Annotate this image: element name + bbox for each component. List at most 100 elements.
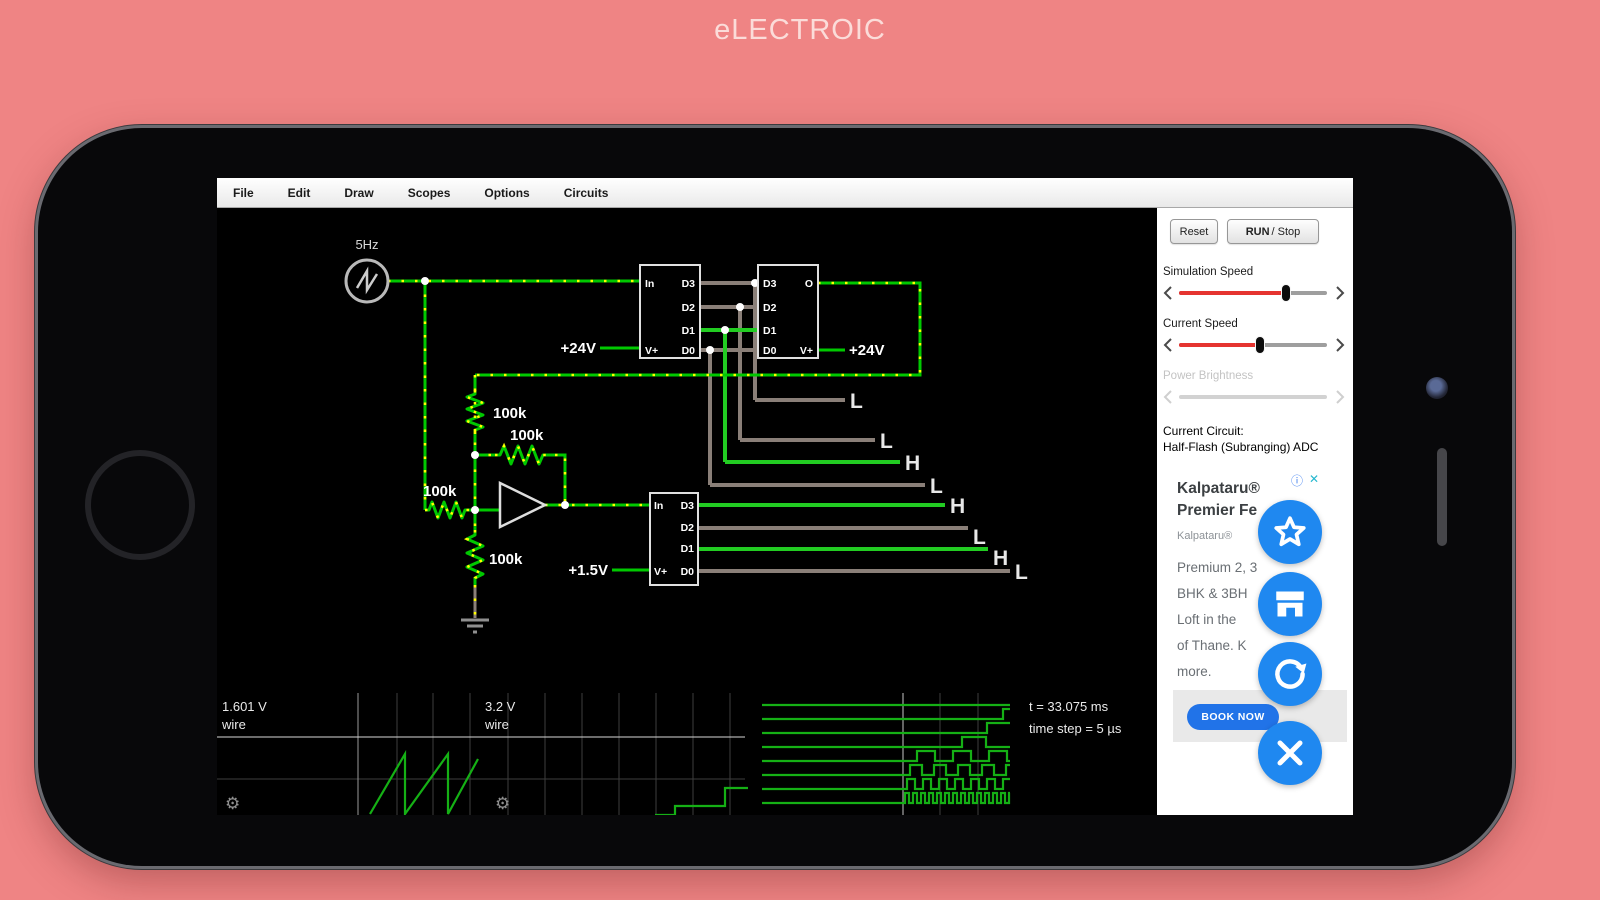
power-brightness-slider [1157, 388, 1353, 406]
pin-label: In [645, 278, 654, 290]
slider-fill [1179, 291, 1286, 295]
run-stop-button[interactable]: RUN / Stop [1227, 219, 1319, 244]
slider-increase-arrow-icon [1334, 389, 1346, 405]
star-fab-button[interactable] [1258, 500, 1322, 564]
svg-text:H: H [950, 495, 965, 518]
current-speed-slider[interactable] [1157, 336, 1353, 354]
digital-trace [762, 709, 1010, 719]
slider-track[interactable] [1179, 291, 1327, 295]
pin-label: In [654, 500, 663, 512]
scope1-settings-gear-icon[interactable]: ⚙ [225, 794, 240, 813]
close-icon [1270, 733, 1310, 773]
pin-label: V+ [654, 566, 667, 578]
menu-item-circuits[interactable]: Circuits [564, 186, 609, 200]
ad-advertiser: Kalpataru® [1177, 530, 1232, 542]
pin-label: V+ [645, 345, 658, 357]
simulator-screen: File Edit Draw Scopes Options Circuits [217, 178, 1353, 815]
ad-title-line2[interactable]: Premier Fe [1177, 502, 1257, 520]
refresh-fab-button[interactable] [1258, 642, 1322, 706]
menu-item-scopes[interactable]: Scopes [408, 186, 451, 200]
slider-fill [1179, 343, 1260, 347]
menu-bar: File Edit Draw Scopes Options Circuits [217, 178, 1353, 208]
digital-trace [762, 723, 1010, 733]
ad-title-line1[interactable]: Kalpataru® [1177, 480, 1260, 498]
svg-text:H: H [905, 452, 920, 475]
ad-close-icon[interactable]: ✕ [1309, 472, 1319, 486]
slider-increase-arrow-icon[interactable] [1334, 337, 1346, 353]
digital-trace [762, 765, 1010, 775]
slider-increase-arrow-icon[interactable] [1334, 285, 1346, 301]
slider-decrease-arrow-icon[interactable] [1162, 337, 1174, 353]
slider-track[interactable] [1179, 343, 1327, 347]
sawtooth-source[interactable]: 5Hz [346, 237, 388, 302]
pin-label: D1 [682, 325, 696, 337]
resistor-value-label: 100k [510, 427, 544, 444]
ad-body-line: Loft in the [1177, 612, 1236, 627]
page: eLECTROIC File Edit Draw Scopes Options … [0, 0, 1600, 900]
scope-traces [370, 705, 1010, 815]
pin-label: D2 [681, 522, 695, 534]
pin-label: D2 [763, 302, 777, 314]
digital-trace [762, 779, 1010, 789]
ad-body-line: Premium 2, 3 [1177, 560, 1257, 575]
chip-dac[interactable]: D3 D2 D1 D0 O V+ [758, 265, 818, 358]
pin-label: D1 [681, 543, 695, 555]
resistor-value-label: 100k [489, 551, 523, 568]
book-now-button[interactable]: BOOK NOW [1187, 704, 1279, 730]
circuit-canvas[interactable]: 5Hz In V+ D3 [217, 208, 1157, 815]
source-frequency-label: 5Hz [355, 237, 378, 252]
phone-frame: File Edit Draw Scopes Options Circuits [38, 128, 1512, 866]
simulation-speed-label: Simulation Speed [1163, 266, 1253, 278]
current-speed-label: Current Speed [1163, 318, 1238, 330]
low-signal-wires[interactable] [698, 283, 1010, 571]
pin-label: D1 [763, 325, 777, 337]
menu-item-edit[interactable]: Edit [288, 186, 311, 200]
svg-text:L: L [930, 475, 943, 498]
slider-decrease-arrow-icon[interactable] [1162, 285, 1174, 301]
scope2-settings-gear-icon[interactable]: ⚙ [495, 794, 510, 813]
refresh-icon [1269, 653, 1311, 695]
menu-item-options[interactable]: Options [484, 186, 529, 200]
opamp[interactable] [500, 483, 545, 527]
menu-item-file[interactable]: File [233, 186, 254, 200]
storefront-icon [1270, 584, 1310, 624]
reset-button[interactable]: Reset [1170, 219, 1218, 244]
svg-text:L: L [880, 430, 893, 453]
home-button[interactable] [85, 450, 195, 560]
page-title: eLECTROIC [0, 14, 1600, 47]
scope1-value: 1.601 V [222, 699, 267, 714]
staircase-trace [655, 788, 748, 815]
adchoices-icon[interactable]: ⓘ [1291, 472, 1303, 489]
slider-thumb[interactable] [1281, 284, 1291, 302]
svg-text:L: L [1015, 561, 1028, 584]
resistor-value-label: 100k [423, 483, 457, 500]
sim-timestep-label: time step = 5 µs [1029, 721, 1122, 736]
scope1-name: wire [221, 717, 246, 732]
slider-thumb[interactable] [1255, 336, 1265, 354]
pin-label: D0 [682, 345, 696, 357]
slider-track [1179, 395, 1327, 399]
pin-label: V+ [800, 345, 813, 357]
simulation-speed-slider[interactable] [1157, 284, 1353, 302]
storefront-fab-button[interactable] [1258, 572, 1322, 636]
circuit-drawing: 5Hz In V+ D3 [217, 208, 1157, 815]
scope2-value: 3.2 V [485, 699, 516, 714]
pin-label: O [805, 278, 813, 290]
pin-label: D0 [763, 345, 777, 357]
menu-item-draw[interactable]: Draw [344, 186, 373, 200]
pin-label: D3 [681, 500, 695, 512]
ad-body-line: BHK & 3BH [1177, 586, 1248, 601]
stop-label: / Stop [1272, 226, 1301, 238]
chip-adc1[interactable]: In V+ D3 D2 D1 D0 [640, 265, 700, 358]
sim-time-label: t = 33.075 ms [1029, 699, 1109, 714]
ad-body-line: of Thane. K [1177, 638, 1247, 653]
scope-gridlines [217, 693, 978, 815]
slider-decrease-arrow-icon [1162, 389, 1174, 405]
ground-symbol[interactable] [461, 620, 489, 632]
close-fab-button[interactable] [1258, 721, 1322, 785]
reset-button-label: Reset [1180, 226, 1209, 238]
svg-text:L: L [973, 526, 986, 549]
pin-label: D3 [763, 278, 777, 290]
supply-label-adc1: +24V [561, 340, 596, 357]
chip-adc2[interactable]: In V+ D3 D2 D1 D0 [650, 493, 698, 585]
